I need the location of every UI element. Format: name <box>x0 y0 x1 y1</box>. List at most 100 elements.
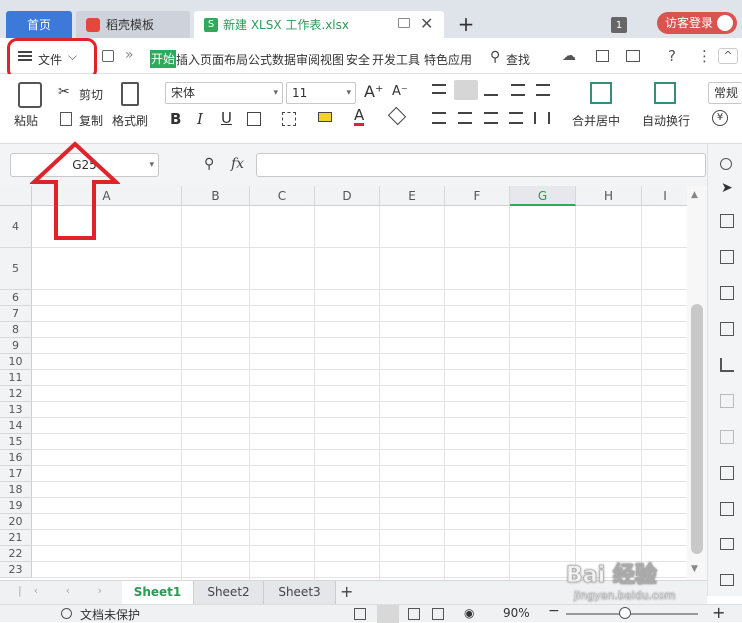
scroll-down-icon[interactable]: ▼ <box>691 564 698 574</box>
merge-center-button[interactable]: 合并居中 <box>572 112 620 129</box>
select-all-corner[interactable] <box>0 186 32 206</box>
zoom-slider-knob[interactable] <box>619 607 632 619</box>
vertical-scrollbar[interactable]: ▲ ▼ <box>687 186 707 580</box>
tab-formula[interactable]: 公式 <box>248 51 272 68</box>
column-header-d[interactable]: D <box>315 186 380 206</box>
align-center-icon[interactable] <box>458 112 472 124</box>
row-header-19[interactable]: 19 <box>0 498 32 514</box>
tab-view[interactable]: 视图 <box>320 51 344 68</box>
print-icon[interactable] <box>720 574 734 586</box>
row-header-15[interactable]: 15 <box>0 434 32 450</box>
row-header-11[interactable]: 11 <box>0 370 32 386</box>
fill-color-icon[interactable] <box>318 112 332 122</box>
tab-special-apps[interactable]: 特色应用 <box>424 51 472 68</box>
tab-document[interactable]: S 新建 XLSX 工作表.xlsx ✕ <box>194 11 444 38</box>
row-header-6[interactable]: 6 <box>0 290 32 306</box>
search-button[interactable]: 查找 <box>506 51 530 68</box>
column-header-i[interactable]: I <box>642 186 687 206</box>
formula-input[interactable] <box>256 153 706 177</box>
align-bottom-icon[interactable] <box>484 86 498 96</box>
image-icon[interactable] <box>720 394 734 408</box>
row-header-17[interactable]: 17 <box>0 466 32 482</box>
column-header-f[interactable]: F <box>445 186 510 206</box>
chart-icon[interactable] <box>720 358 734 372</box>
border-icon[interactable] <box>247 112 261 126</box>
sheet-tab-1[interactable]: Sheet1 <box>122 581 194 604</box>
tab-home[interactable]: 首页 <box>6 11 72 38</box>
font-name-select[interactable]: 宋体 ▾ <box>165 82 283 104</box>
indent-decrease-icon[interactable] <box>511 84 525 96</box>
add-sheet-button[interactable]: + <box>340 582 353 601</box>
save-icon[interactable] <box>102 50 114 62</box>
fullscreen-icon[interactable] <box>354 608 366 620</box>
tab-developer[interactable]: 开发工具 <box>372 51 420 68</box>
close-tab-icon[interactable]: ✕ <box>420 14 433 33</box>
zoom-lookup-icon[interactable]: ⚲ <box>204 156 214 172</box>
spreadsheet-grid[interactable]: ABCDEFGHI 4 5 6 7 8 9 10 11 12 13 14 15 16 17 18 19 20 21… <box>0 186 687 580</box>
more-arrow-icon[interactable]: » <box>125 47 134 63</box>
distribute-icon[interactable] <box>534 112 550 124</box>
share-icon[interactable] <box>596 50 609 62</box>
detach-window-icon[interactable] <box>398 18 410 28</box>
row-header-21[interactable]: 21 <box>0 530 32 546</box>
column-header-g[interactable]: G <box>510 186 576 206</box>
tab-page-layout[interactable]: 页面布局 <box>200 51 248 68</box>
clear-format-icon[interactable] <box>387 106 407 126</box>
new-tab-button[interactable]: + <box>456 12 476 36</box>
row-header-9[interactable]: 9 <box>0 338 32 354</box>
tab-insert[interactable]: 插入 <box>176 51 200 68</box>
row-header-20[interactable]: 20 <box>0 514 32 530</box>
zoom-slider[interactable] <box>566 607 698 619</box>
wrap-text-button[interactable]: 自动换行 <box>642 112 690 129</box>
export-icon[interactable] <box>626 50 640 62</box>
row-header-13[interactable]: 13 <box>0 402 32 418</box>
style-icon[interactable] <box>720 250 734 264</box>
window-count-badge[interactable]: 1 <box>611 17 627 33</box>
apps-grid-icon[interactable] <box>720 322 734 336</box>
row-header-22[interactable]: 22 <box>0 546 32 562</box>
justify-icon[interactable] <box>509 112 523 124</box>
number-format-select[interactable]: 常规 <box>708 82 742 104</box>
zoom-level[interactable]: 90% <box>503 606 530 620</box>
align-right-icon[interactable] <box>484 112 498 124</box>
login-button[interactable]: 访客登录 <box>657 12 737 34</box>
row-header-18[interactable]: 18 <box>0 482 32 498</box>
collapse-ribbon-icon[interactable]: ^ <box>718 48 738 64</box>
column-header-e[interactable]: E <box>380 186 445 206</box>
paste-button[interactable]: 粘贴 <box>14 112 38 129</box>
currency-icon[interactable]: ¥ <box>712 110 728 126</box>
tab-data[interactable]: 数据 <box>272 51 296 68</box>
column-header-h[interactable]: H <box>576 186 642 206</box>
font-size-select[interactable]: 11 ▾ <box>286 82 356 104</box>
row-header-8[interactable]: 8 <box>0 322 32 338</box>
more-options-icon[interactable]: ⋮ <box>697 47 712 65</box>
copy-button[interactable]: 复制 <box>79 112 103 129</box>
paste-icon[interactable] <box>18 82 42 108</box>
row-header-4[interactable]: 4 <box>0 206 32 248</box>
cut-button[interactable]: 剪切 <box>79 86 103 103</box>
page-break-view-icon[interactable] <box>432 608 444 620</box>
shapes-icon[interactable] <box>720 214 734 228</box>
fx-button[interactable]: fx <box>231 156 244 172</box>
tab-security[interactable]: 安全 <box>346 51 370 68</box>
row-header-12[interactable]: 12 <box>0 386 32 402</box>
row-header-14[interactable]: 14 <box>0 418 32 434</box>
font-color-icon[interactable]: A <box>354 108 365 126</box>
row-header-23[interactable]: 23 <box>0 562 32 578</box>
zoom-in-icon[interactable]: + <box>712 603 725 622</box>
column-header-b[interactable]: B <box>182 186 250 206</box>
comment-icon[interactable] <box>720 430 734 444</box>
indent-increase-icon[interactable] <box>536 84 550 96</box>
gallery-icon[interactable] <box>720 466 734 480</box>
cloud-icon[interactable]: ☁ <box>562 48 576 64</box>
normal-view-icon[interactable] <box>377 605 399 623</box>
row-header-7[interactable]: 7 <box>0 306 32 322</box>
scroll-up-icon[interactable]: ▲ <box>691 190 698 200</box>
tab-review[interactable]: 审阅 <box>296 51 320 68</box>
row-header-16[interactable]: 16 <box>0 450 32 466</box>
sheet-tab-3[interactable]: Sheet3 <box>264 581 336 604</box>
align-top-icon[interactable] <box>432 84 446 94</box>
column-header-c[interactable]: C <box>250 186 315 206</box>
italic-button[interactable]: I <box>197 110 203 128</box>
increase-font-icon[interactable]: A⁺ <box>364 82 383 101</box>
